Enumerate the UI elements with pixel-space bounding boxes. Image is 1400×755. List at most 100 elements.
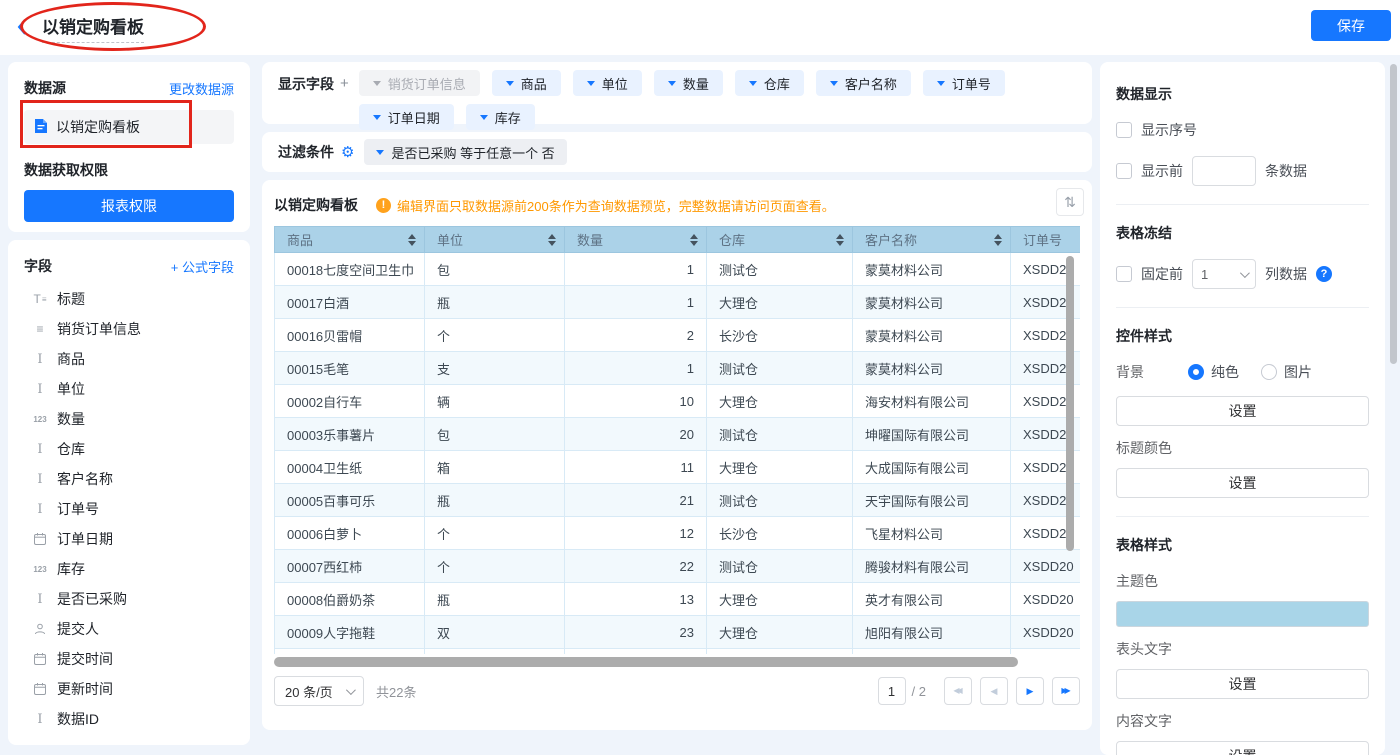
window-scrollbar[interactable] <box>1390 64 1397 364</box>
field-item[interactable]: T≡标题 <box>24 284 234 314</box>
table-cell: 海安材料有限公司 <box>853 385 1011 418</box>
field-chip[interactable]: 数量 <box>654 70 723 96</box>
sort-order-icon[interactable]: ⇅ <box>1056 188 1084 216</box>
show-first-checkbox[interactable] <box>1116 163 1132 179</box>
content-text-set-button[interactable]: 设置 <box>1116 741 1369 755</box>
report-designer-page: 以销定购看板 保存 数据源 更改数据源 以销定购看板 数据获取权限 报表权限 字… <box>0 0 1400 755</box>
first-page-button[interactable]: ◀◀ <box>944 677 972 705</box>
prev-page-button[interactable]: ◀ <box>980 677 1008 705</box>
table-cell: 13 <box>565 583 707 616</box>
freeze-columns-checkbox[interactable] <box>1116 266 1132 282</box>
table-row-partial <box>275 649 1081 655</box>
table-row[interactable]: 00007西红柿个22测试仓腾骏材料有限公司XSDD20 <box>275 550 1081 583</box>
back-icon[interactable] <box>16 18 28 41</box>
field-item[interactable]: ≡销货订单信息 <box>24 314 234 344</box>
change-datasource-link[interactable]: 更改数据源 <box>169 79 234 98</box>
last-page-button[interactable]: ▶▶ <box>1052 677 1080 705</box>
table-vertical-scrollbar[interactable] <box>1066 256 1074 551</box>
table-row[interactable]: 00017白酒瓶1大理仓蒙莫材料公司XSDD20 <box>275 286 1081 319</box>
table-row[interactable]: 00005百事可乐瓶21测试仓天宇国际有限公司XSDD20 <box>275 484 1081 517</box>
table-cell: 1 <box>565 352 707 385</box>
table-row[interactable]: 00016贝雷帽个2长沙仓蒙莫材料公司XSDD20 <box>275 319 1081 352</box>
field-item[interactable]: 提交人 <box>24 614 234 644</box>
header-text-set-button[interactable]: 设置 <box>1116 669 1369 699</box>
field-chip[interactable]: 仓库 <box>735 70 804 96</box>
field-item[interactable]: I订单号 <box>24 494 234 524</box>
table-cell: 00015毛笔 <box>275 352 425 385</box>
show-index-checkbox[interactable] <box>1116 122 1132 138</box>
table-row[interactable]: 00002自行车辆10大理仓海安材料有限公司XSDD20 <box>275 385 1081 418</box>
add-field-icon[interactable]: + <box>340 70 349 116</box>
field-item[interactable]: I客户名称 <box>24 464 234 494</box>
data-display-title: 数据显示 <box>1116 84 1369 104</box>
background-image-option[interactable]: 图片 <box>1261 362 1312 382</box>
filter-card: 过滤条件 ⚙ 是否已采购 等于任意一个 否 <box>262 132 1092 172</box>
field-item[interactable]: 提交时间 <box>24 644 234 674</box>
field-item-label: 销货订单信息 <box>57 319 141 339</box>
table-row[interactable]: 00004卫生纸箱11大理仓大成国际有限公司XSDD20 <box>275 451 1081 484</box>
help-icon[interactable]: ? <box>1316 266 1332 282</box>
background-label: 背景 <box>1116 362 1188 382</box>
field-chip[interactable]: 订单号 <box>923 70 1005 96</box>
field-chip-label: 数量 <box>683 74 709 93</box>
field-item[interactable]: I仓库 <box>24 434 234 464</box>
table-row[interactable]: 00003乐事薯片包20测试仓坤曜国际有限公司XSDD20 <box>275 418 1081 451</box>
column-header-label: 订单号 <box>1023 233 1062 248</box>
sort-arrows-icon[interactable] <box>548 234 556 246</box>
page-size-select[interactable]: 20 条/页 <box>274 676 364 706</box>
field-chip[interactable]: 单位 <box>573 70 642 96</box>
chevron-down-icon <box>587 81 595 86</box>
fields-list: T≡标题≡销货订单信息I商品I单位123数量I仓库I客户名称I订单号订单日期12… <box>24 284 234 734</box>
datasource-item[interactable]: 以销定购看板 <box>24 110 234 144</box>
title-color-set-button[interactable]: 设置 <box>1116 468 1369 498</box>
field-item[interactable]: I单位 <box>24 374 234 404</box>
text-icon: I <box>32 472 48 487</box>
theme-color-swatch[interactable] <box>1116 601 1369 627</box>
next-page-button[interactable]: ▶ <box>1016 677 1044 705</box>
field-item[interactable]: 123库存 <box>24 554 234 584</box>
sort-arrows-icon[interactable] <box>836 234 844 246</box>
field-chip[interactable]: 商品 <box>492 70 561 96</box>
field-chip[interactable]: 客户名称 <box>816 70 911 96</box>
background-set-button[interactable]: 设置 <box>1116 396 1369 426</box>
field-item[interactable]: I商品 <box>24 344 234 374</box>
field-item[interactable]: 订单日期 <box>24 524 234 554</box>
table-cell: 23 <box>565 616 707 649</box>
radio-icon <box>1261 364 1277 380</box>
sort-arrows-icon[interactable] <box>690 234 698 246</box>
table-cell: 支 <box>425 352 565 385</box>
field-item[interactable]: 123数量 <box>24 404 234 434</box>
show-first-count-input[interactable] <box>1192 156 1256 186</box>
field-item[interactable]: I数据ID <box>24 704 234 734</box>
report-permission-button[interactable]: 报表权限 <box>24 190 234 222</box>
gear-icon[interactable]: ⚙ <box>341 145 354 160</box>
freeze-count-select[interactable]: 1 <box>1192 259 1256 289</box>
field-chip[interactable]: 库存 <box>466 104 535 130</box>
column-header-label: 仓库 <box>719 233 745 248</box>
background-solid-option[interactable]: 纯色 <box>1188 362 1239 382</box>
page-title[interactable]: 以销定购看板 <box>42 13 144 43</box>
table-row[interactable]: 00008伯爵奶茶瓶13大理仓英才有限公司XSDD20 <box>275 583 1081 616</box>
field-item[interactable]: 更新时间 <box>24 674 234 704</box>
table-row[interactable]: 00018七度空间卫生巾包1测试仓蒙莫材料公司XSDD20 <box>275 253 1081 286</box>
filter-condition-chip[interactable]: 是否已采购 等于任意一个 否 <box>364 139 566 165</box>
add-formula-field-link[interactable]: + 公式字段 <box>171 257 234 276</box>
field-chip[interactable]: 订单日期 <box>359 104 454 130</box>
field-item-label: 更新时间 <box>57 679 113 699</box>
text-icon: I <box>32 442 48 457</box>
table-cell: 00009人字拖鞋 <box>275 616 425 649</box>
chevron-down-icon <box>668 81 676 86</box>
table-row[interactable]: 00006白萝卜个12长沙仓飞星材料公司XSDD20 <box>275 517 1081 550</box>
field-item[interactable]: I是否已采购 <box>24 584 234 614</box>
save-button[interactable]: 保存 <box>1311 10 1391 41</box>
show-first-suffix: 条数据 <box>1265 161 1307 181</box>
field-chip[interactable]: 销货订单信息 <box>359 70 480 96</box>
current-page-input[interactable]: 1 <box>878 677 906 705</box>
table-row[interactable]: 00009人字拖鞋双23大理仓旭阳有限公司XSDD20 <box>275 616 1081 649</box>
table-row[interactable]: 00015毛笔支1测试仓蒙莫材料公司XSDD20 <box>275 352 1081 385</box>
table-horizontal-scrollbar[interactable] <box>274 657 1080 667</box>
table-cell: 00018七度空间卫生巾 <box>275 253 425 286</box>
sort-arrows-icon[interactable] <box>408 234 416 246</box>
sort-arrows-icon[interactable] <box>994 234 1002 246</box>
table-cell: 蒙莫材料公司 <box>853 352 1011 385</box>
